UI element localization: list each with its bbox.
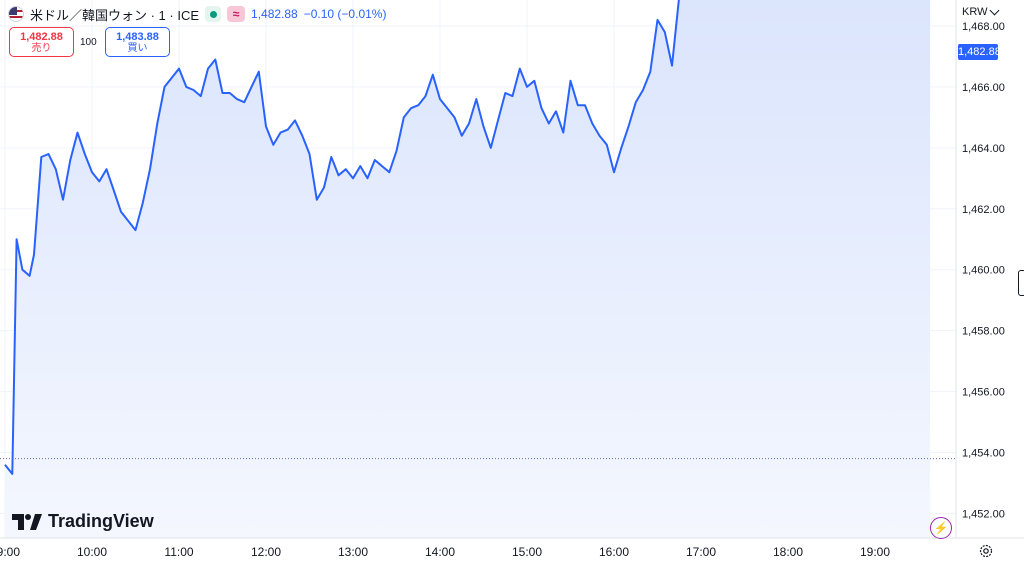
y-tick-label: 1,462.00 — [962, 204, 1005, 216]
y-tick-label: 1,468.00 — [962, 21, 1005, 33]
currency-label: KRW — [962, 6, 988, 18]
lightning-icon[interactable]: ⚡ — [930, 517, 952, 539]
market-open-dot-icon[interactable] — [205, 6, 222, 22]
buy-price: 1,483.88 — [116, 31, 159, 43]
x-tick-label: 15:00 — [512, 545, 542, 559]
symbol-header: 米ドル／韓国ウォン · 1 · ICE ≈ 1,482.88 −0.10 (−0… — [8, 5, 386, 23]
x-tick-label: 10:00 — [77, 545, 107, 559]
x-tick-label: 12:00 — [251, 545, 281, 559]
x-tick-label: 14:00 — [425, 545, 455, 559]
y-tick-label: 1,464.00 — [962, 143, 1005, 155]
x-tick-label: 19:00 — [860, 545, 890, 559]
last-price: 1,482.88 — [251, 7, 298, 21]
price-area-fill — [5, 0, 931, 538]
approx-icon[interactable]: ≈ — [227, 6, 246, 22]
lot-size[interactable]: 100 — [80, 37, 97, 48]
x-tick-label: 16:00 — [599, 545, 629, 559]
time-axis[interactable]: 09:00 10:00 11:00 12:00 13:00 14:00 15:00 16:00… — [0, 545, 890, 559]
x-tick-label: 18:00 — [773, 545, 803, 559]
buy-label: 買い — [127, 43, 148, 54]
x-tick-label: 17:00 — [686, 545, 716, 559]
price-change: −0.10 (−0.01%) — [303, 7, 387, 21]
y-tick-label: 1,466.00 — [962, 82, 1005, 94]
current-price-tag: 1,482.88 — [958, 44, 1001, 60]
tradingview-logo-icon — [12, 513, 42, 530]
y-tick-label: 1,460.00 — [962, 265, 1005, 277]
symbol-title[interactable]: 米ドル／韓国ウォン · 1 · ICE — [30, 5, 199, 24]
sell-price: 1,482.88 — [20, 31, 63, 43]
sell-label: 売り — [31, 43, 52, 54]
tradingview-logo[interactable]: TradingView — [12, 511, 154, 532]
price-chart[interactable]: 1,452.00 1,454.00 1,456.00 1,458.00 1,460.00… — [0, 0, 1024, 568]
currency-selector[interactable]: KRW — [962, 5, 1000, 18]
sell-button[interactable]: 1,482.88 売り — [9, 27, 74, 57]
y-tick-label: 1,454.00 — [962, 448, 1005, 460]
gear-icon[interactable] — [979, 544, 993, 558]
x-tick-label: 11:00 — [164, 545, 193, 559]
tradingview-wordmark: TradingView — [48, 511, 154, 531]
chevron-down-icon — [990, 5, 1000, 15]
scroll-handle[interactable] — [1018, 270, 1024, 296]
buy-button[interactable]: 1,483.88 買い — [105, 27, 170, 57]
us-flag-icon — [8, 6, 24, 22]
y-tick-label: 1,458.00 — [962, 326, 1005, 338]
y-tick-label: 1,456.00 — [962, 387, 1005, 399]
price-axis[interactable]: 1,452.00 1,454.00 1,456.00 1,458.00 1,460.00… — [962, 0, 1005, 521]
y-tick-label: 1,452.00 — [962, 509, 1005, 521]
x-tick-label: 13:00 — [338, 545, 368, 559]
x-tick-label: 09:00 — [0, 545, 20, 559]
